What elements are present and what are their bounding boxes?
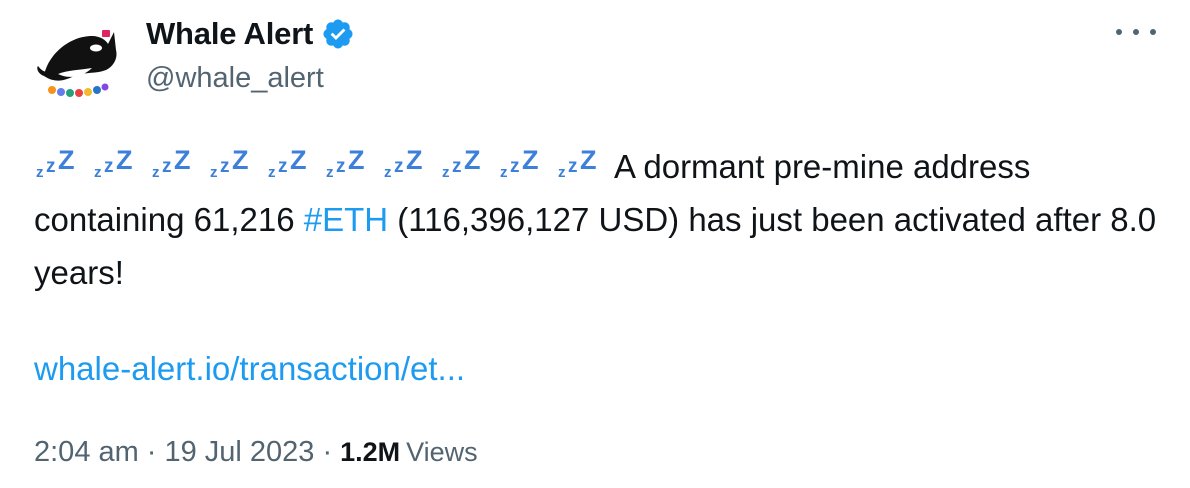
transaction-link[interactable]: whale-alert.io/transaction/et... (34, 350, 465, 388)
zzz-icon: zzZ (94, 145, 133, 181)
author-display-name[interactable]: Whale Alert (146, 16, 313, 52)
author-handle[interactable]: @whale_alert (146, 62, 324, 95)
whale-logo-icon (37, 30, 117, 97)
zzz-icon: zzZ (384, 145, 423, 181)
verified-badge-icon[interactable] (321, 17, 355, 51)
meta-separator: · (322, 436, 333, 468)
tweet-meta: 2:04 am · 19 Jul 2023 · 1.2M Views (34, 436, 478, 469)
tweet-card: Whale Alert @whale_alert zzZzzZzzZzzZzzZ… (0, 0, 1190, 488)
tweet-date[interactable]: 19 Jul 2023 (164, 436, 314, 469)
hashtag-link[interactable]: #ETH (304, 201, 388, 238)
zzz-icon: zzZ (558, 145, 597, 181)
more-horizontal-icon (1116, 29, 1122, 35)
more-options-button[interactable] (1116, 22, 1156, 42)
views-count[interactable]: 1.2M (340, 437, 400, 468)
zzz-icon: zzZ (442, 145, 481, 181)
zzz-icon: zzZ (268, 145, 307, 181)
tweet-text: zzZzzZzzZzzZzzZzzZzzZzzZzzZzzZA dormant … (34, 140, 1164, 299)
zzz-icon: zzZ (36, 145, 75, 181)
more-horizontal-icon (1133, 29, 1139, 35)
views-label[interactable]: Views (406, 437, 478, 468)
zzz-icon: zzZ (210, 145, 249, 181)
meta-separator: · (146, 436, 157, 468)
avatar[interactable] (30, 14, 126, 110)
zzz-emoji-row: zzZ zzZ zzZ zzZ zzZ zzZ zzZ zzZ zzZ zzZ (34, 145, 614, 185)
zzz-icon: zzZ (152, 145, 191, 181)
author-name-row: Whale Alert (146, 14, 355, 54)
zzz-icon: zzZ (500, 145, 539, 181)
zzz-icon: zzZ (326, 145, 365, 181)
tweet-time[interactable]: 2:04 am (34, 436, 139, 469)
more-horizontal-icon (1150, 29, 1156, 35)
